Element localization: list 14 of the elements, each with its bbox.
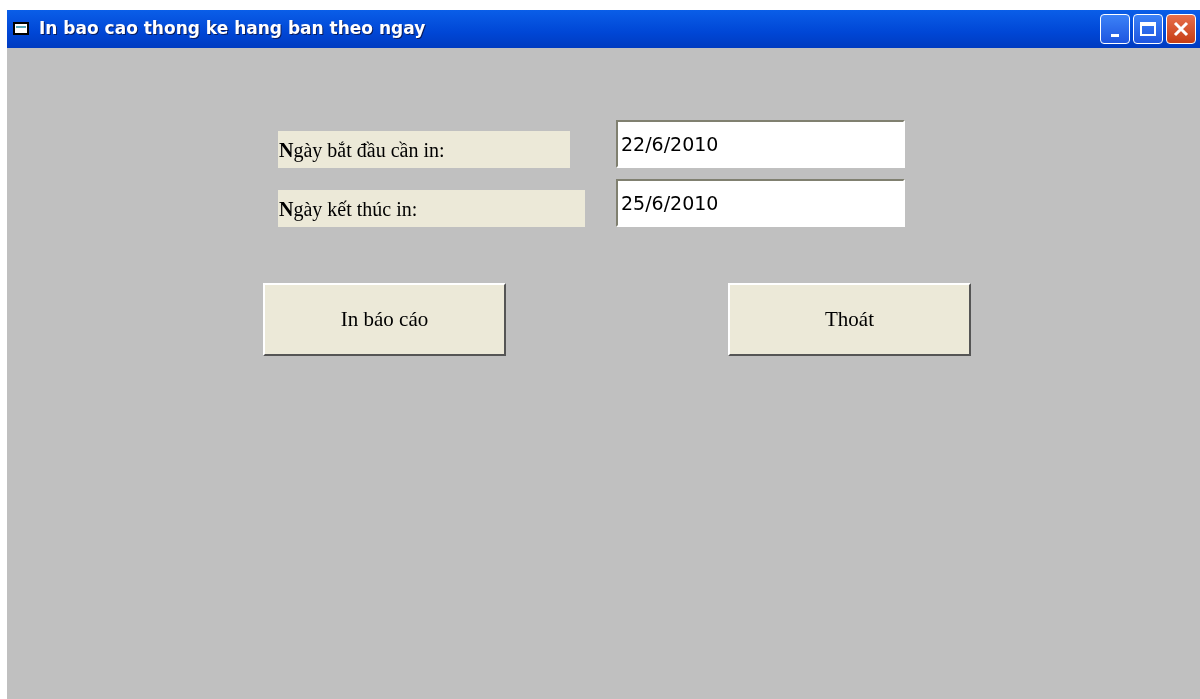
close-button[interactable] bbox=[1166, 14, 1196, 44]
field-label: Ngày kết thúc in: bbox=[278, 190, 585, 227]
minimize-button[interactable] bbox=[1100, 14, 1130, 44]
minimize-icon bbox=[1111, 33, 1119, 37]
window-title: In bao cao thong ke hang ban theo ngay bbox=[39, 17, 427, 41]
maximize-button[interactable] bbox=[1133, 14, 1163, 44]
print-report-button[interactable]: In báo cáo bbox=[263, 283, 506, 356]
maximize-icon bbox=[1139, 21, 1157, 37]
field-label: Ngày bắt đầu cần in: bbox=[278, 131, 570, 168]
exit-button[interactable]: Thoát bbox=[728, 283, 971, 356]
date-field[interactable]: 25/6/2010 bbox=[616, 179, 905, 227]
date-field[interactable]: 22/6/2010 bbox=[616, 120, 905, 168]
close-icon bbox=[1172, 20, 1190, 38]
app-icon bbox=[13, 22, 31, 36]
